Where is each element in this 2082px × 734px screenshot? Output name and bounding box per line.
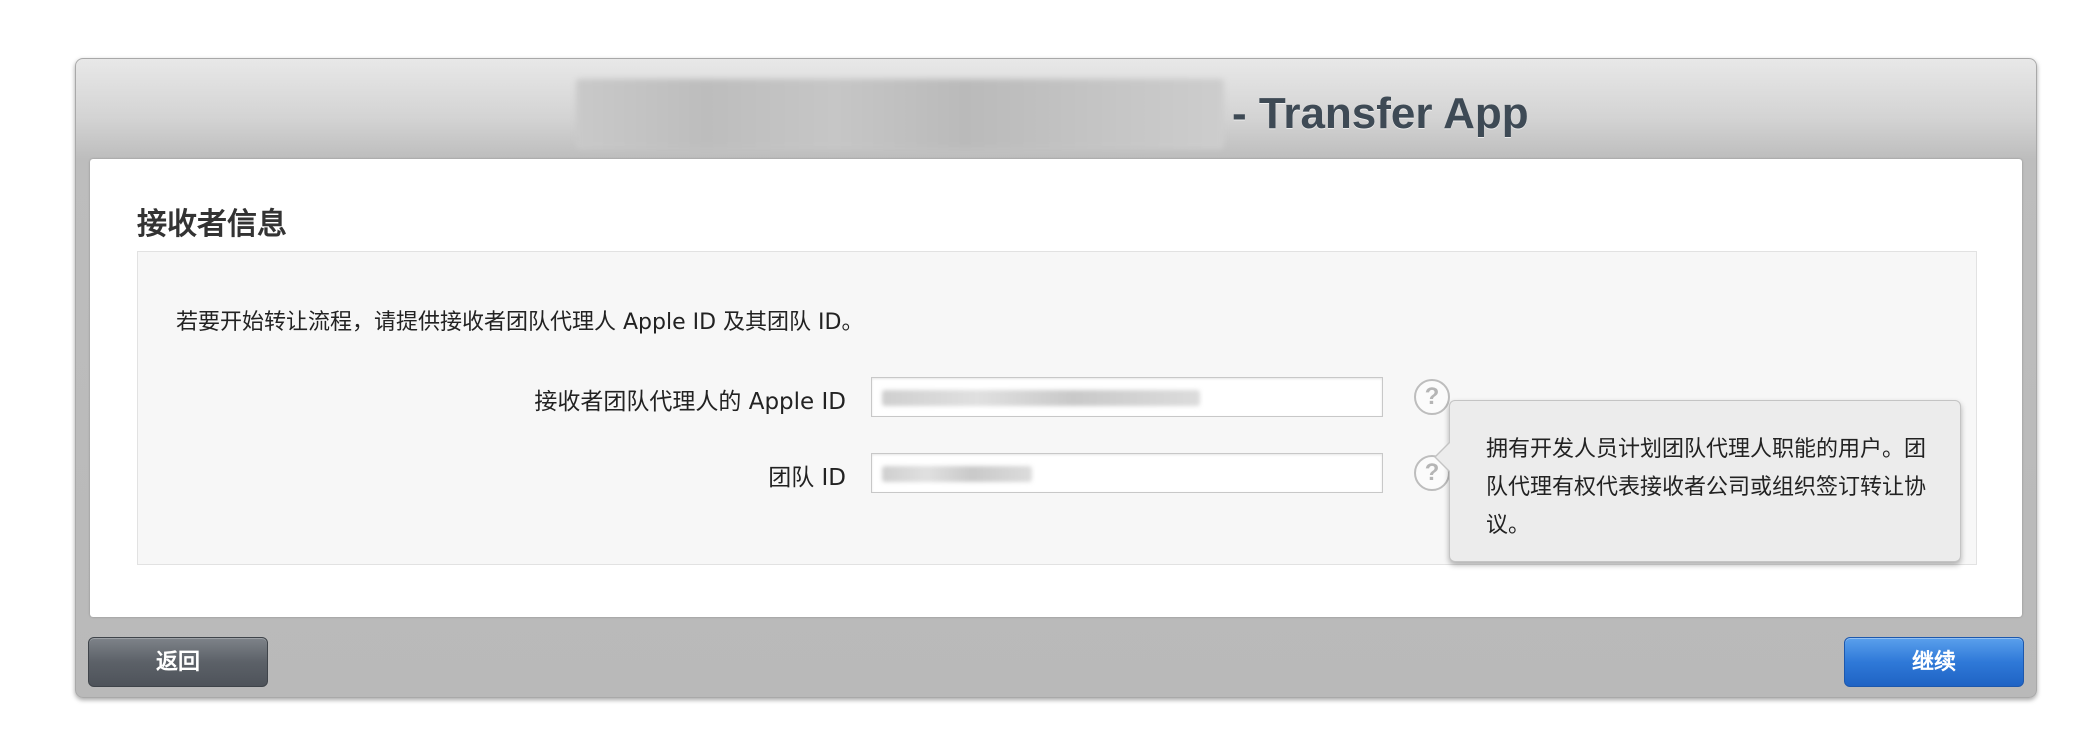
team-id-input[interactable] (871, 453, 1383, 493)
section-heading: 接收者信息 (137, 207, 287, 242)
intro-text: 若要开始转让流程，请提供接收者团队代理人 Apple ID 及其团队 ID。 (176, 310, 864, 335)
team-id-label: 团队 ID (768, 465, 846, 491)
back-button[interactable]: 返回 (88, 637, 268, 687)
dialog-content: 接收者信息 若要开始转让流程，请提供接收者团队代理人 Apple ID 及其团队… (90, 159, 2022, 617)
redacted-app-name (576, 79, 1224, 149)
apple-id-label: 接收者团队代理人的 Apple ID (534, 389, 846, 415)
transfer-app-dialog: - Transfer App 接收者信息 若要开始转让流程，请提供接收者团队代理… (75, 58, 2037, 698)
help-tooltip: 拥有开发人员计划团队代理人职能的用户。团队代理有权代表接收者公司或组织签订转让协… (1434, 400, 1961, 562)
redacted-team-id-value (882, 466, 1032, 482)
dialog-title: - Transfer App (1232, 89, 1529, 138)
redacted-apple-id-value (882, 390, 1200, 406)
apple-id-help-icon[interactable]: ? (1414, 379, 1450, 415)
dialog-title-bar: - Transfer App (76, 59, 2036, 159)
tooltip-text: 拥有开发人员计划团队代理人职能的用户。团队代理有权代表接收者公司或组织签订转让协… (1486, 437, 1927, 538)
apple-id-input[interactable] (871, 377, 1383, 417)
continue-button[interactable]: 继续 (1844, 637, 2024, 687)
